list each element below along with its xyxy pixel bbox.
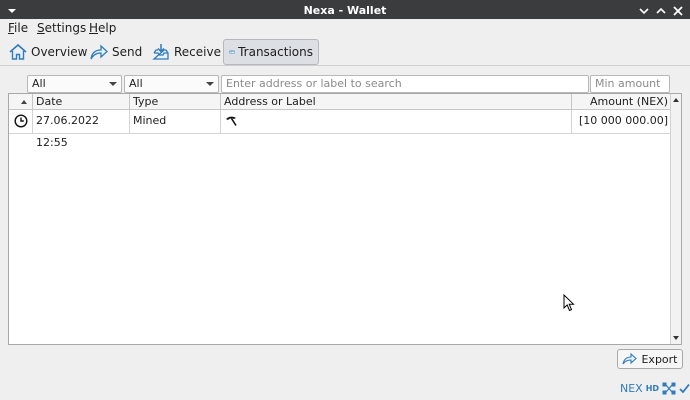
menu-file[interactable]: File <box>8 21 28 35</box>
minimize-icon[interactable] <box>636 3 652 19</box>
overview-label: Overview <box>31 45 88 59</box>
hd-badge: HD <box>645 383 660 393</box>
type-filter-select[interactable]: All <box>124 75 219 93</box>
export-button[interactable]: Export <box>617 349 683 369</box>
export-arrow-icon <box>622 352 638 365</box>
transactions-label: Transactions <box>238 45 313 59</box>
address-column-header[interactable]: Address or Label <box>221 94 572 110</box>
date-filter-value: All <box>32 77 46 90</box>
type-column-header[interactable]: Type <box>130 94 221 110</box>
network-icon[interactable] <box>662 382 676 395</box>
scroll-up-icon[interactable] <box>673 98 679 102</box>
menubar: File Settings Help <box>0 19 690 37</box>
clock-icon <box>14 114 28 128</box>
table-row[interactable]: 27.06.2022 12:55 Mined [10 000 000.00] <box>9 110 671 149</box>
sort-ascending-icon <box>21 100 27 104</box>
overview-button[interactable]: Overview <box>3 39 93 65</box>
table-header: Date Type Address or Label Amount (NEX) <box>9 94 671 110</box>
amount-cell: [10 000 000.00] <box>578 114 668 127</box>
chevron-down-icon <box>206 82 214 86</box>
export-label: Export <box>641 352 678 366</box>
transactions-button[interactable]: Transactions <box>223 39 319 65</box>
address-search-input[interactable]: Enter address or label to search <box>221 75 589 93</box>
status-column-header[interactable] <box>9 94 33 110</box>
type-filter-value: All <box>129 77 143 90</box>
min-amount-placeholder: Min amount <box>595 77 661 90</box>
credit-card-icon <box>229 50 235 54</box>
close-icon[interactable] <box>670 3 686 19</box>
mouse-cursor-icon <box>563 294 575 312</box>
receive-button[interactable]: Receive <box>146 39 226 65</box>
address-cell <box>221 110 572 133</box>
chevron-down-icon <box>109 82 117 86</box>
send-arrow-icon <box>90 44 108 60</box>
menu-help[interactable]: Help <box>89 21 116 35</box>
receive-label: Receive <box>174 45 221 59</box>
statusbar: NEX HD <box>620 381 690 395</box>
min-amount-input[interactable]: Min amount <box>590 75 670 93</box>
send-button[interactable]: Send <box>84 39 147 65</box>
vertical-scrollbar[interactable] <box>670 94 681 344</box>
scroll-down-icon[interactable] <box>673 336 679 340</box>
maximize-icon[interactable] <box>653 3 669 19</box>
menu-settings[interactable]: Settings <box>37 21 86 35</box>
transactions-table: Date Type Address or Label Amount (NEX) … <box>8 93 682 345</box>
amount-column-header[interactable]: Amount (NEX) <box>572 94 671 110</box>
home-icon <box>9 43 27 60</box>
date-column-header[interactable]: Date <box>33 94 130 110</box>
pickaxe-icon <box>226 116 237 126</box>
send-label: Send <box>112 45 143 59</box>
date-filter-select[interactable]: All <box>27 75 122 93</box>
status-cell <box>9 110 33 133</box>
window-title: Nexa - Wallet <box>303 4 387 17</box>
toolbar: Overview Send Receive Transactions <box>0 37 690 66</box>
date-cell: 27.06.2022 12:55 <box>33 110 130 149</box>
type-cell: Mined <box>130 110 221 133</box>
synced-check-icon[interactable] <box>678 382 690 395</box>
receive-inbox-icon <box>152 44 169 60</box>
address-search-placeholder: Enter address or label to search <box>226 77 402 90</box>
unit-label[interactable]: NEX <box>620 382 643 395</box>
